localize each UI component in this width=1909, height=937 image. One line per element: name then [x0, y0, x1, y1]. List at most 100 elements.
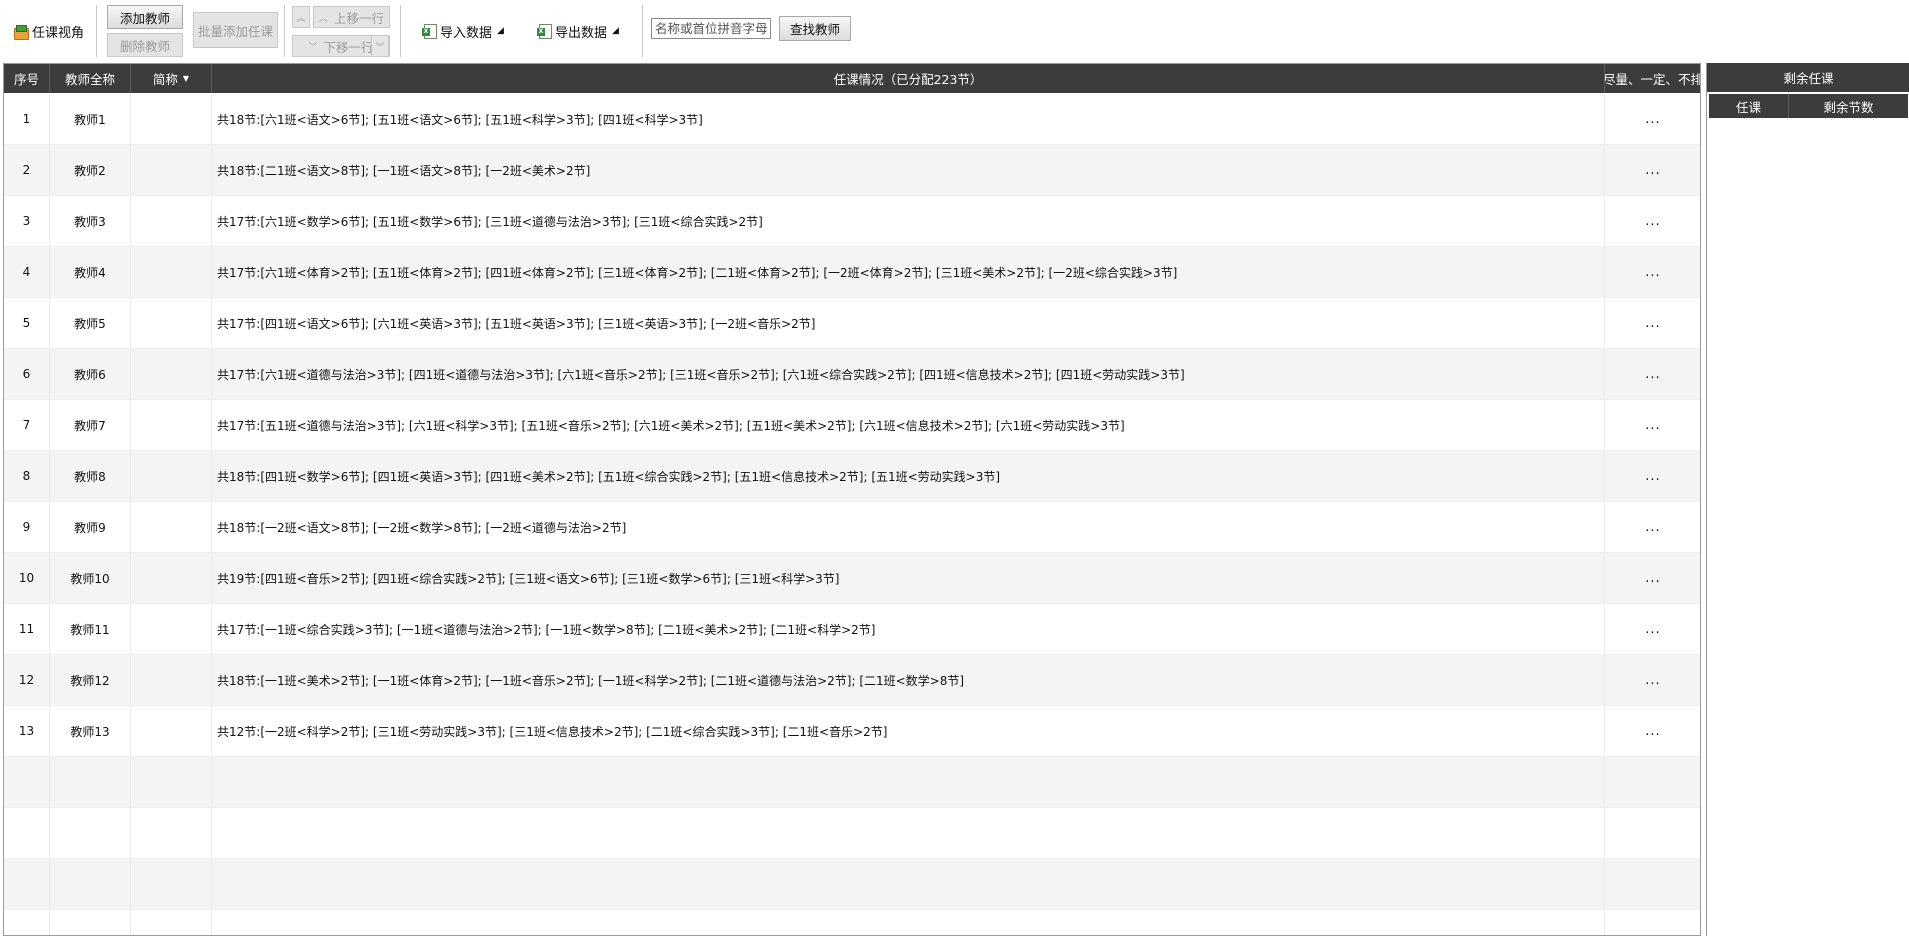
- import-data-button[interactable]: X 导入数据 ◢: [422, 20, 504, 42]
- col-header-task[interactable]: 任课: [1709, 94, 1789, 118]
- cell-full-name[interactable]: 教师5: [50, 298, 131, 348]
- cell-full-name[interactable]: 教师8: [50, 451, 131, 501]
- preference-more-button[interactable]: ...: [1605, 145, 1700, 195]
- cell-index[interactable]: 4: [4, 247, 50, 297]
- cell-index[interactable]: 9: [4, 502, 50, 552]
- cell-full-name[interactable]: 教师4: [50, 247, 131, 297]
- cell-index[interactable]: 5: [4, 298, 50, 348]
- col-header-assignment[interactable]: 任课情况（已分配223节）: [212, 64, 1605, 93]
- table-row[interactable]: 8 教师8 共18节:[四1班<数学>6节]; [四1班<英语>3节]; [四1班<…: [4, 451, 1700, 502]
- preference-more-button[interactable]: ...: [1605, 400, 1700, 450]
- delete-teacher-button[interactable]: 删除教师: [107, 33, 183, 57]
- preference-more-button[interactable]: ...: [1605, 655, 1700, 705]
- cell-short-name[interactable]: [131, 298, 212, 348]
- preference-more-button[interactable]: ...: [1605, 349, 1700, 399]
- cell-full-name[interactable]: 教师1: [50, 94, 131, 144]
- cell-short-name[interactable]: [131, 94, 212, 144]
- col-header-index[interactable]: 序号: [4, 64, 50, 93]
- cell-index[interactable]: 12: [4, 655, 50, 705]
- cell-assignment[interactable]: 共17节:[一1班<综合实践>3节]; [一1班<道德与法治>2节]; [一1班…: [212, 604, 1605, 654]
- teacher-search-input[interactable]: [651, 18, 771, 39]
- cell-assignment[interactable]: 共19节:[四1班<音乐>2节]; [四1班<综合实践>2节]; [三1班<语文…: [212, 553, 1605, 603]
- preference-more-button[interactable]: ...: [1605, 604, 1700, 654]
- cell-assignment[interactable]: 共12节:[一2班<科学>2节]; [三1班<劳动实践>3节]; [三1班<信息…: [212, 706, 1605, 756]
- cell-short-name[interactable]: [131, 145, 212, 195]
- move-up-button[interactable]: ︿ 上移一行: [313, 6, 390, 28]
- cell-assignment[interactable]: 共18节:[二1班<语文>8节]; [一1班<语文>8节]; [一2班<美术>2…: [212, 145, 1605, 195]
- table-row[interactable]: 5 教师5 共17节:[四1班<语文>6节]; [六1班<英语>3节]; [五1班<…: [4, 298, 1700, 349]
- cell-assignment[interactable]: 共17节:[五1班<道德与法治>3节]; [六1班<科学>3节]; [五1班<音…: [212, 400, 1605, 450]
- cell-short-name[interactable]: [131, 604, 212, 654]
- col-header-preference[interactable]: 尽量、一定、不排: [1605, 64, 1700, 93]
- table-row[interactable]: 12 教师12 共18节:[一1班<美术>2节]; [一1班<体育>2节]; [一1…: [4, 655, 1700, 706]
- cell-index[interactable]: 13: [4, 706, 50, 756]
- table-row[interactable]: 2 教师2 共18节:[二1班<语文>8节]; [一1班<语文>8节]; [一2班<…: [4, 145, 1700, 196]
- cell-full-name[interactable]: 教师6: [50, 349, 131, 399]
- preference-more-button[interactable]: ...: [1605, 247, 1700, 297]
- cell-full-name[interactable]: 教师9: [50, 502, 131, 552]
- preference-more-button[interactable]: ...: [1605, 706, 1700, 756]
- cell-full-name[interactable]: 教师7: [50, 400, 131, 450]
- cell-index[interactable]: 7: [4, 400, 50, 450]
- cell-assignment[interactable]: 共18节:[一1班<美术>2节]; [一1班<体育>2节]; [一1班<音乐>2…: [212, 655, 1605, 705]
- batch-add-assignment-button[interactable]: 批量添加任课: [193, 12, 278, 48]
- cell-full-name[interactable]: 教师3: [50, 196, 131, 246]
- cell-assignment[interactable]: 共17节:[六1班<道德与法治>3节]; [四1班<道德与法治>3节]; [六1…: [212, 349, 1605, 399]
- cell-index[interactable]: 11: [4, 604, 50, 654]
- cell-short-name[interactable]: [131, 400, 212, 450]
- table-row[interactable]: 3 教师3 共17节:[六1班<数学>6节]; [五1班<数学>6节]; [三1班<…: [4, 196, 1700, 247]
- table-row[interactable]: 4 教师4 共17节:[六1班<体育>2节]; [五1班<体育>2节]; [四1班<…: [4, 247, 1700, 298]
- cell-assignment[interactable]: 共18节:[一2班<语文>8节]; [一2班<数学>8节]; [一2班<道德与法…: [212, 502, 1605, 552]
- cell-index[interactable]: 2: [4, 145, 50, 195]
- cell-short-name[interactable]: [131, 655, 212, 705]
- table-row[interactable]: 9 教师9 共18节:[一2班<语文>8节]; [一2班<数学>8节]; [一2班<…: [4, 502, 1700, 553]
- col-header-short-name[interactable]: 简称 ▼: [131, 64, 212, 93]
- export-data-button[interactable]: X 导出数据 ◢: [537, 20, 619, 42]
- view-mode-button[interactable]: 任课视角: [14, 20, 84, 42]
- preference-more-button[interactable]: ...: [1605, 502, 1700, 552]
- cell-short-name[interactable]: [131, 502, 212, 552]
- cell-index[interactable]: 1: [4, 94, 50, 144]
- cell-assignment[interactable]: 共17节:[六1班<体育>2节]; [五1班<体育>2节]; [四1班<体育>2…: [212, 247, 1605, 297]
- cell-short-name[interactable]: [131, 196, 212, 246]
- preference-more-button[interactable]: ...: [1605, 451, 1700, 501]
- cell-short-name[interactable]: [131, 451, 212, 501]
- cell-full-name[interactable]: 教师2: [50, 145, 131, 195]
- col-header-full-name[interactable]: 教师全称: [50, 64, 131, 93]
- add-teacher-button[interactable]: 添加教师: [107, 5, 183, 29]
- cell-full-name[interactable]: 教师12: [50, 655, 131, 705]
- table-row[interactable]: 1 教师1 共18节:[六1班<语文>6节]; [五1班<语文>6节]; [五1班<…: [4, 94, 1700, 145]
- cell-full-name[interactable]: 教师13: [50, 706, 131, 756]
- dropdown-arrow-icon: ◢: [497, 26, 504, 36]
- cell-full-name[interactable]: 教师11: [50, 604, 131, 654]
- move-top-button[interactable]: ︽: [292, 6, 310, 28]
- preference-more-button[interactable]: ...: [1605, 196, 1700, 246]
- cell-short-name[interactable]: [131, 553, 212, 603]
- cell-assignment[interactable]: 共18节:[六1班<语文>6节]; [五1班<语文>6节]; [五1班<科学>3…: [212, 94, 1605, 144]
- cell-assignment[interactable]: 共17节:[四1班<语文>6节]; [六1班<英语>3节]; [五1班<英语>3…: [212, 298, 1605, 348]
- cell-short-name[interactable]: [131, 706, 212, 756]
- col-header-remaining[interactable]: 剩余节数: [1789, 94, 1908, 118]
- cell-assignment[interactable]: 共17节:[六1班<数学>6节]; [五1班<数学>6节]; [三1班<道德与法…: [212, 196, 1605, 246]
- preference-more-button[interactable]: ...: [1605, 298, 1700, 348]
- table-row[interactable]: 13 教师13 共12节:[一2班<科学>2节]; [三1班<劳动实践>3节]; […: [4, 706, 1700, 757]
- cell-index[interactable]: 6: [4, 349, 50, 399]
- cell-full-name[interactable]: 教师10: [50, 553, 131, 603]
- find-teacher-button[interactable]: 查找教师: [779, 16, 851, 41]
- cell-index[interactable]: 8: [4, 451, 50, 501]
- cell-short-name: [131, 910, 212, 935]
- cell-short-name[interactable]: [131, 349, 212, 399]
- double-chevron-down-icon: ︾: [375, 42, 385, 53]
- table-row[interactable]: 10 教师10 共19节:[四1班<音乐>2节]; [四1班<综合实践>2节]; […: [4, 553, 1700, 604]
- table-row[interactable]: 6 教师6 共17节:[六1班<道德与法治>3节]; [四1班<道德与法治>3节];…: [4, 349, 1700, 400]
- table-row[interactable]: 11 教师11 共17节:[一1班<综合实践>3节]; [一1班<道德与法治>2节]…: [4, 604, 1700, 655]
- cell-assignment[interactable]: 共18节:[四1班<数学>6节]; [四1班<英语>3节]; [四1班<美术>2…: [212, 451, 1605, 501]
- cell-index[interactable]: 3: [4, 196, 50, 246]
- double-chevron-up-icon: ︽: [296, 13, 306, 24]
- preference-more-button[interactable]: ...: [1605, 553, 1700, 603]
- cell-short-name[interactable]: [131, 247, 212, 297]
- cell-index[interactable]: 10: [4, 553, 50, 603]
- move-bottom-button[interactable]: ︾: [371, 35, 389, 57]
- preference-more-button[interactable]: ...: [1605, 94, 1700, 144]
- table-row[interactable]: 7 教师7 共17节:[五1班<道德与法治>3节]; [六1班<科学>3节]; [五…: [4, 400, 1700, 451]
